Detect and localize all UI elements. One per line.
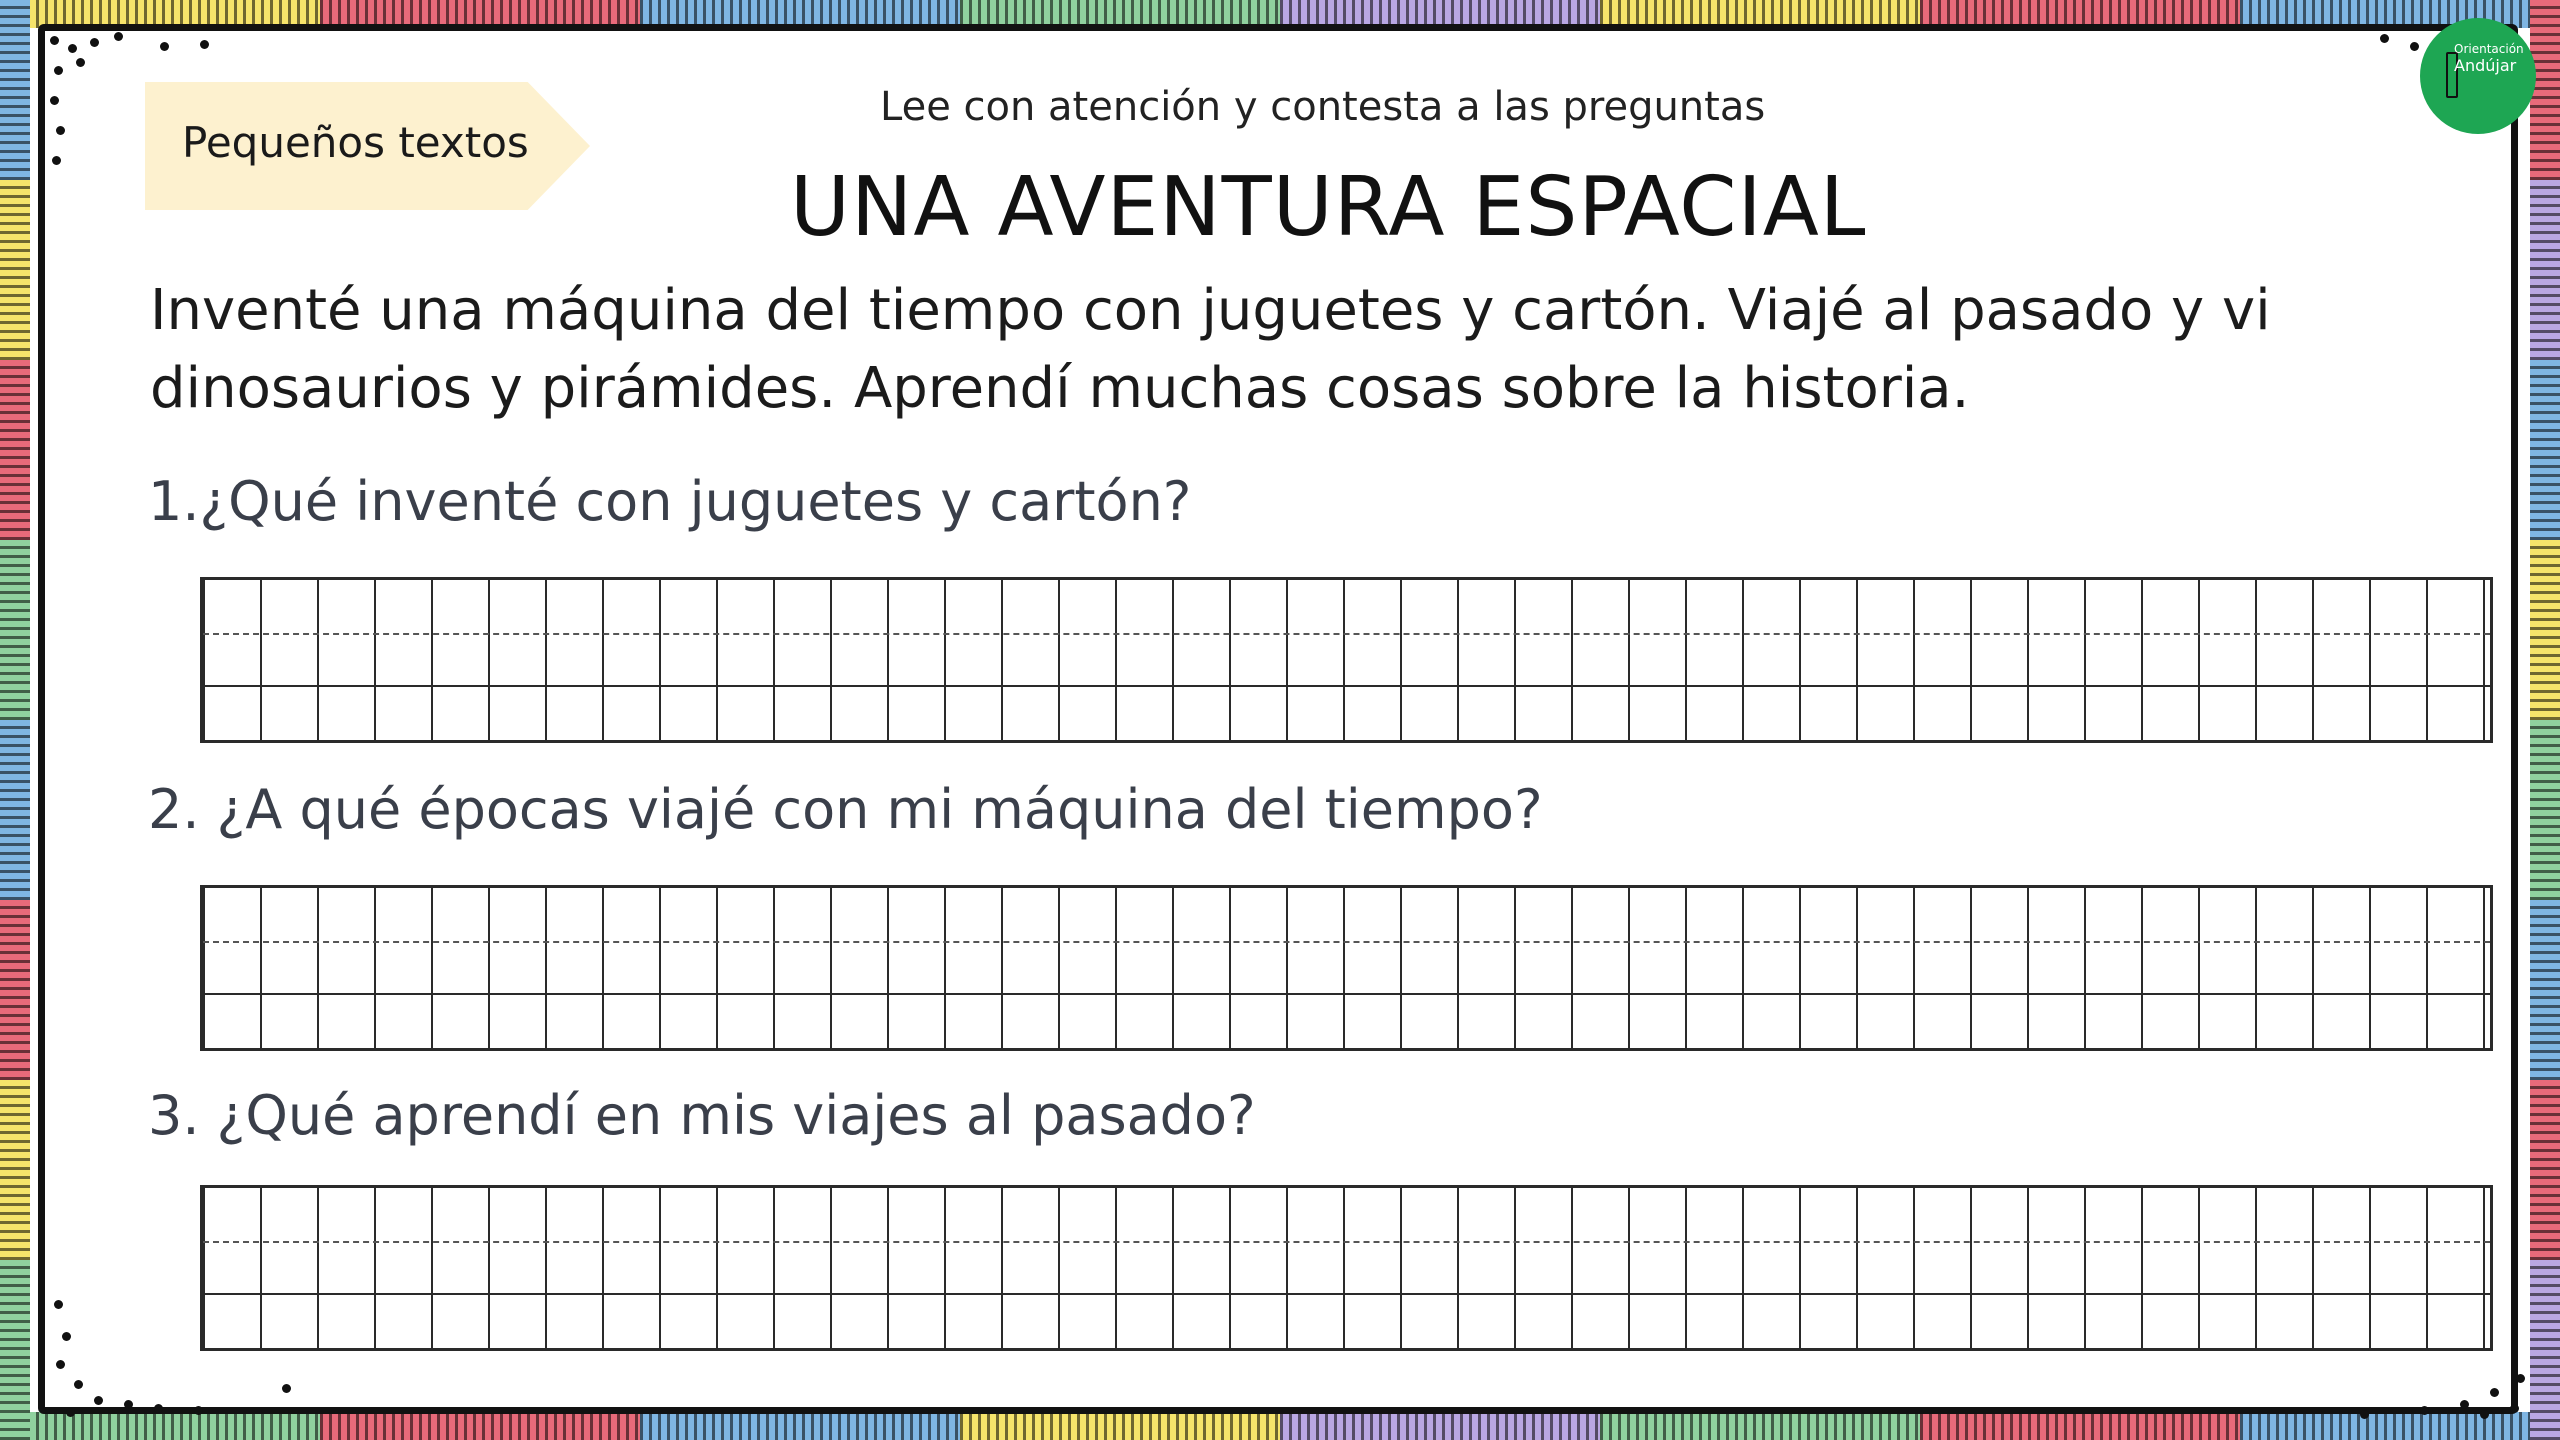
worksheet-page: Pequeños textos Lee con atención y conte… [0, 0, 2560, 1440]
decorative-border-left [0, 0, 30, 1440]
logo-text-line1: Orientación [2454, 42, 2524, 56]
logo-text-line2: Andújar [2454, 56, 2517, 75]
answer-grid-3[interactable] [200, 1185, 2493, 1351]
story-paragraph: Inventé una máquina del tiempo con jugue… [150, 278, 2271, 421]
question-1: 1.¿Qué inventé con juguetes y cartón? [148, 470, 1192, 533]
decorative-border-bottom [0, 1412, 2560, 1440]
instruction-text: Lee con atención y contesta a las pregun… [880, 84, 1766, 130]
category-tag-label: Pequeños textos [182, 118, 529, 167]
page-title: UNA AVENTURA ESPACIAL [790, 160, 1867, 255]
answer-grid-2[interactable] [200, 885, 2493, 1051]
answer-grid-1[interactable] [200, 577, 2493, 743]
question-2: 2. ¿A qué épocas viajé con mi máquina de… [148, 778, 1543, 841]
question-3: 3. ¿Qué aprendí en mis viajes al pasado? [148, 1084, 1256, 1147]
decorative-border-right [2530, 0, 2560, 1440]
brand-logo: Orientación Andújar [2420, 18, 2536, 134]
